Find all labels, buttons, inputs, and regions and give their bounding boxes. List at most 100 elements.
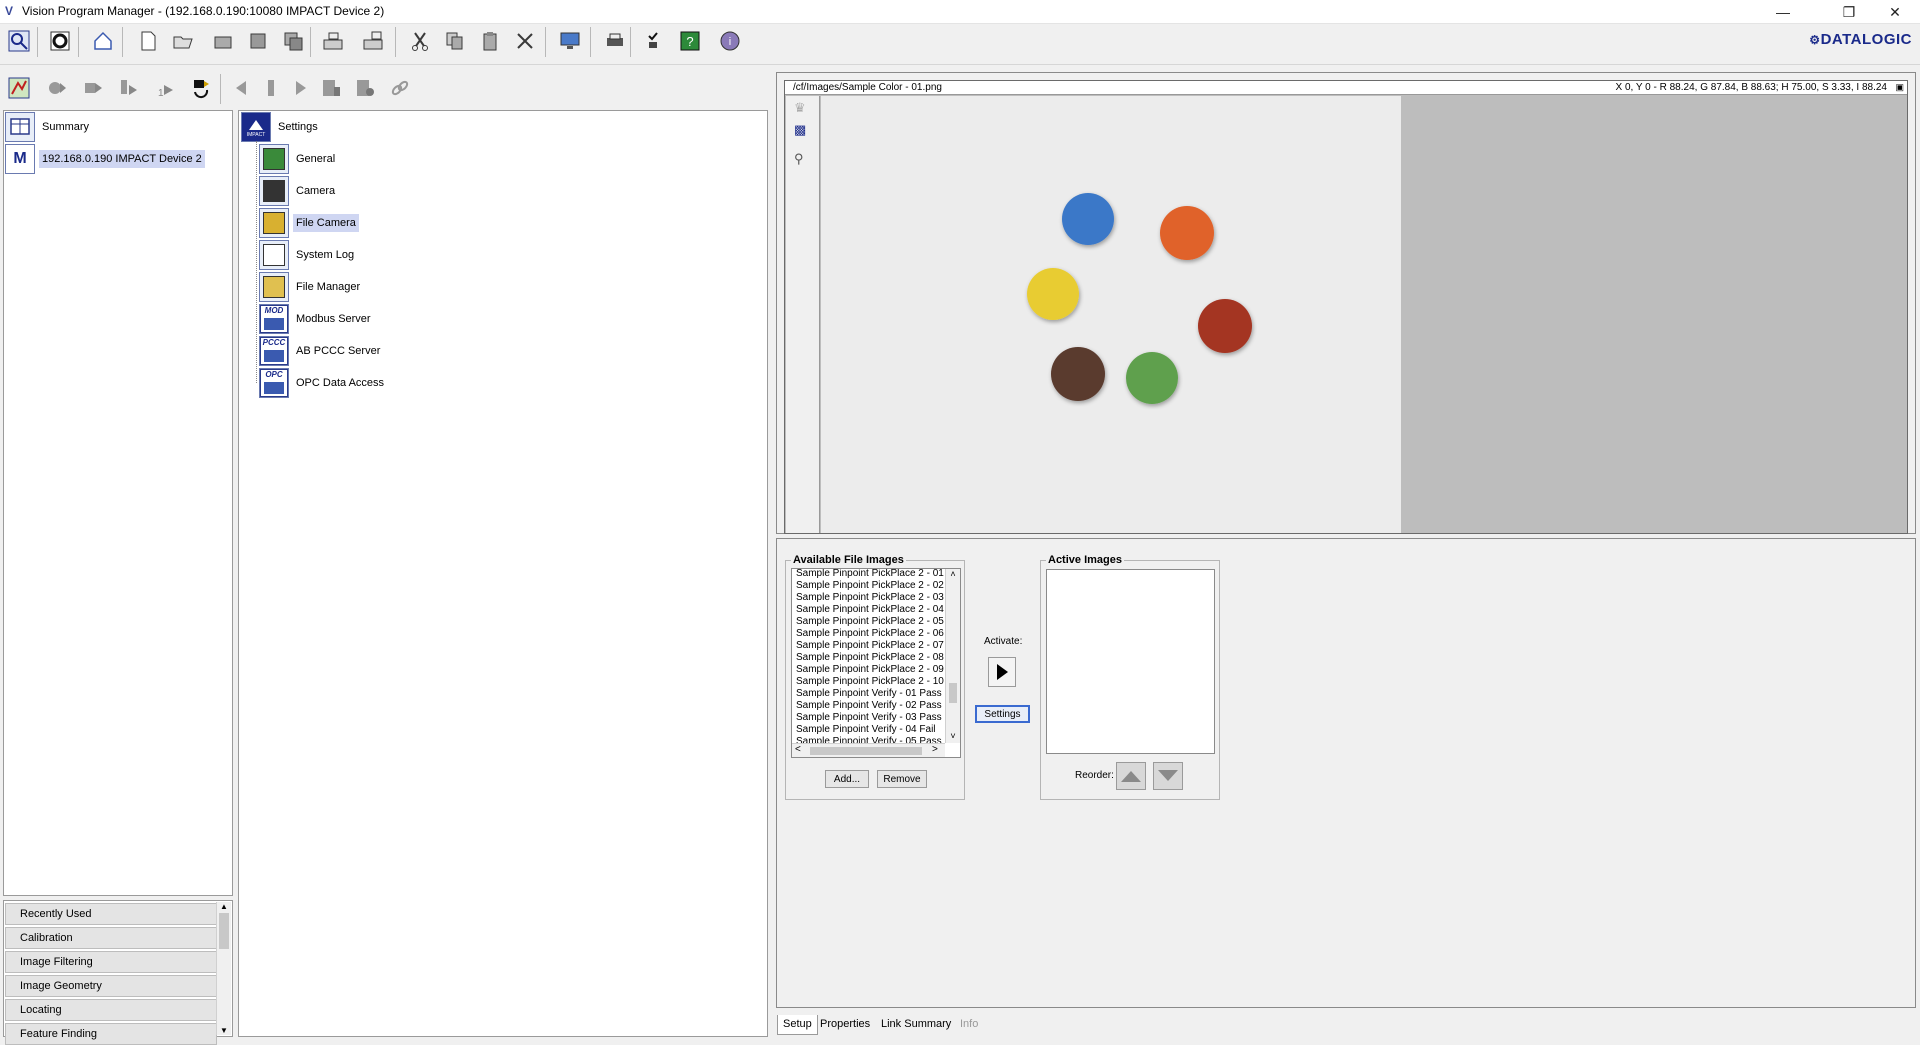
list-scroll-down-icon[interactable]: ˅ [946,731,960,741]
file-image-item[interactable]: Sample Pinpoint PickPlace 2 - 03 F [796,592,944,604]
run-button[interactable] [42,74,72,104]
minimize-button[interactable]: — [1760,0,1806,24]
settings-item[interactable]: General [259,143,338,175]
brown-disc [1051,347,1105,401]
category-item[interactable]: Recently Used [5,903,217,925]
add-button[interactable]: Add... [825,770,869,788]
settings-item[interactable]: File Camera [259,207,359,239]
red-disc [1198,299,1252,353]
file-image-item[interactable]: Sample Pinpoint PickPlace 2 - 06 P [796,628,944,640]
lock-icon[interactable]: ▣ [1895,82,1904,93]
hscroll-thumb[interactable] [810,747,922,755]
delete-button[interactable] [510,27,540,57]
cycle-button[interactable] [186,74,216,104]
list-scroll-thumb[interactable] [949,683,957,703]
tool-pointer-icon[interactable]: ♛ [794,100,806,116]
move-down-button[interactable] [1153,762,1183,790]
settings-item[interactable]: OPC OPC Data Access [259,367,387,399]
pause-button[interactable] [256,74,286,104]
tab-link-summary[interactable]: Link Summary [876,1015,956,1035]
file-image-item[interactable]: Sample Pinpoint PickPlace 2 - 07 F [796,640,944,652]
back-button[interactable] [226,74,256,104]
close-button[interactable]: ✕ [1872,0,1918,24]
info-button[interactable]: i [715,27,745,57]
category-item[interactable]: Feature Finding [5,1023,217,1045]
step-into-button[interactable] [114,74,144,104]
checklist-button[interactable] [640,27,670,57]
file-image-item[interactable]: Sample Pinpoint Verify - 02 Pass [796,700,944,712]
category-item[interactable]: Image Geometry [5,975,217,997]
available-images-list[interactable]: Sample Pinpoint PickPlace 2 - 01 P Sample… [791,568,961,758]
run-once-button[interactable]: 1 [150,74,180,104]
tab-setup[interactable]: Setup [777,1015,818,1035]
settings-item[interactable]: Camera [259,175,338,207]
copy-button[interactable] [440,27,470,57]
remove-button[interactable]: Remove [877,770,927,788]
category-item[interactable]: Image Filtering [5,951,217,973]
file-image-item[interactable]: Sample Pinpoint PickPlace 2 - 10 P [796,676,944,688]
stop-button[interactable] [45,27,75,57]
settings-item[interactable]: PCCC AB PCCC Server [259,335,383,367]
file-image-item[interactable]: Sample Pinpoint PickPlace 2 - 08 P [796,652,944,664]
settings-item[interactable]: System Log [259,239,357,271]
help-button[interactable]: ? [675,27,705,57]
step-button[interactable] [78,74,108,104]
list-scroll-right-icon[interactable]: > [932,744,938,755]
file-image-item[interactable]: Sample Pinpoint PickPlace 2 - 09 P [796,664,944,676]
tab-info[interactable]: Info [955,1015,983,1035]
sample-image[interactable] [821,96,1401,533]
summary-node[interactable]: Summary [5,111,92,143]
save-button[interactable] [243,27,273,57]
settings-item[interactable]: MOD Modbus Server [259,303,374,335]
yellow-disc [1027,268,1079,320]
zoom-tool-icon[interactable]: ⚲ [794,151,804,167]
scroll-down-icon[interactable]: ▼ [217,1026,231,1035]
paste-button[interactable] [475,27,505,57]
restore-button[interactable]: ❐ [1826,0,1872,24]
device-node[interactable]: M 192.168.0.190 IMPACT Device 2 [5,143,205,175]
device-button[interactable] [350,74,380,104]
file-image-item[interactable]: Sample Pinpoint Verify - 04 Fail [796,724,944,736]
settings-button[interactable]: Settings [975,705,1030,723]
edit-program-button[interactable] [4,74,34,104]
image-tool-icon[interactable]: ▩ [794,122,806,138]
tab-properties[interactable]: Properties [815,1015,875,1035]
file-image-item[interactable]: Sample Pinpoint PickPlace 2 - 01 P [796,569,944,580]
list-scroll-left-icon[interactable]: < [795,744,801,755]
zoom-button[interactable] [4,27,34,57]
file-image-item[interactable]: Sample Pinpoint Verify - 01 Pass [796,688,944,700]
open-folder-button[interactable] [168,27,198,57]
category-item[interactable]: Locating [5,999,217,1021]
folder-button[interactable] [208,27,238,57]
report-button[interactable] [316,74,346,104]
link-button[interactable] [385,74,415,104]
forward-button[interactable] [286,74,316,104]
activate-label: Activate: [984,636,1023,647]
file-image-item[interactable]: Sample Pinpoint PickPlace 2 - 02 P [796,580,944,592]
available-list-scrollbar[interactable]: ˄ ˅ [945,569,960,743]
category-item[interactable]: Calibration [5,927,217,949]
scroll-up-icon[interactable]: ▲ [217,902,231,911]
new-document-button[interactable] [133,27,163,57]
category-label: Image Geometry [20,980,102,992]
activate-button[interactable] [988,657,1016,687]
file-image-item[interactable]: Sample Pinpoint PickPlace 2 - 04 P [796,604,944,616]
settings-item[interactable]: File Manager [259,271,363,303]
available-list-hscrollbar[interactable]: < > [792,743,945,757]
list-scroll-up-icon[interactable]: ˄ [946,569,960,579]
scroll-thumb[interactable] [219,913,229,949]
category-scrollbar[interactable]: ▲ ▼ [216,902,231,1035]
category-label: Recently Used [20,908,92,920]
file-image-item[interactable]: Sample Pinpoint PickPlace 2 - 05 P [796,616,944,628]
active-images-list[interactable] [1046,569,1215,754]
move-up-button[interactable] [1116,762,1146,790]
download-button[interactable] [358,27,388,57]
upload-button[interactable] [318,27,348,57]
home-button[interactable] [88,27,118,57]
monitor-button[interactable] [555,27,585,57]
file-image-item[interactable]: Sample Pinpoint Verify - 03 Pass [796,712,944,724]
save-all-button[interactable] [278,27,308,57]
cut-button[interactable] [405,27,435,57]
settings-root-node[interactable]: IMPACT Settings [241,111,321,143]
print-button[interactable] [600,27,630,57]
